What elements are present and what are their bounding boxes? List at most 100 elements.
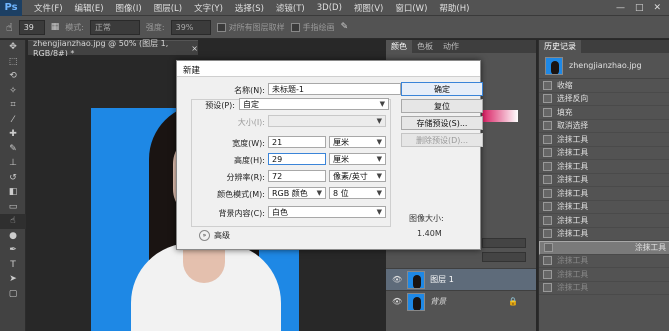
reset-button[interactable]: 复位	[401, 99, 483, 113]
history-item[interactable]: 取消选择	[539, 120, 669, 133]
history-item[interactable]: 涂抹工具	[539, 174, 669, 187]
menu-view[interactable]: 视图(V)	[348, 2, 389, 14]
brush-panel-icon[interactable]: ▦	[51, 22, 60, 32]
menu-image[interactable]: 图像(I)	[110, 2, 148, 14]
type-tool-icon[interactable]: T	[0, 258, 26, 273]
smudge-tool-icon[interactable]: ☝	[6, 21, 13, 34]
history-step-icon	[543, 148, 552, 158]
save-preset-button[interactable]: 存储预设(S)...	[401, 116, 483, 130]
history-item[interactable]: 涂抹工具	[539, 147, 669, 160]
tab-swatches[interactable]: 色板	[412, 40, 438, 53]
size-label: 大小(I):	[237, 118, 265, 127]
move-tool-icon[interactable]: ✥	[0, 40, 26, 55]
menu-edit[interactable]: 编辑(E)	[69, 2, 110, 14]
dodge-tool-icon[interactable]: ●	[0, 229, 26, 244]
history-item[interactable]: 涂抹工具	[539, 133, 669, 147]
history-item[interactable]: 填充	[539, 106, 669, 120]
history-item[interactable]: 涂抹工具	[539, 214, 669, 228]
history-item-label: 涂抹工具	[634, 243, 666, 253]
history-snapshot[interactable]: zhengjianzhao.jpg	[539, 53, 669, 79]
history-item[interactable]: 涂抹工具	[539, 255, 669, 268]
size-select[interactable]: ▼	[268, 115, 386, 127]
menu-3d[interactable]: 3D(D)	[311, 3, 348, 13]
tab-actions[interactable]: 动作	[438, 40, 464, 53]
document-tab[interactable]: zhengjianzhao.jpg @ 50% (图层 1, RGB/8#) *…	[28, 39, 198, 58]
resolution-input[interactable]: 72	[268, 170, 326, 182]
history-brush-tool-icon[interactable]: ↺	[0, 171, 26, 186]
height-input[interactable]: 29	[268, 153, 326, 165]
menu-layer[interactable]: 图层(L)	[148, 2, 188, 14]
history-step-icon	[543, 94, 552, 104]
opacity-field[interactable]	[482, 238, 526, 248]
mode-select[interactable]: 正常	[89, 19, 140, 35]
smudge-tool-icon[interactable]: ☝	[0, 214, 26, 229]
visibility-eye-icon[interactable]: 👁	[392, 297, 402, 306]
history-item[interactable]: 涂抹工具	[539, 228, 669, 241]
history-item[interactable]: 涂抹工具	[539, 268, 669, 282]
menu-filter[interactable]: 滤镜(T)	[270, 2, 311, 14]
fill-field[interactable]	[482, 252, 526, 262]
history-item[interactable]: 涂抹工具	[539, 187, 669, 201]
healing-brush-tool-icon[interactable]: ✚	[0, 127, 26, 142]
menu-help[interactable]: 帮助(H)	[433, 2, 475, 14]
maximize-button[interactable]: □	[635, 3, 644, 13]
strength-input[interactable]: 39%	[170, 19, 211, 35]
layer-row[interactable]: 👁 图层 1	[386, 268, 536, 290]
ok-button[interactable]: 确定	[401, 82, 483, 96]
tab-color[interactable]: 颜色	[386, 40, 412, 53]
history-item[interactable]: 选择反向	[539, 93, 669, 106]
layer-thumbnail	[407, 292, 426, 311]
preset-select[interactable]: 自定 ▼	[239, 98, 389, 110]
height-unit-select[interactable]: 厘米 ▼	[329, 153, 386, 165]
history-panel: 历史记录 zhengjianzhao.jpg 收缩 选择反向 填充 取消选择 涂抹工具涂…	[538, 40, 669, 331]
history-item-label: 涂抹工具	[557, 161, 589, 171]
history-item[interactable]: 涂抹工具	[539, 282, 669, 295]
layer-thumbnail	[407, 270, 426, 289]
width-unit-select[interactable]: 厘米 ▼	[329, 136, 386, 148]
resolution-unit-select[interactable]: 像素/英寸 ▼	[329, 170, 386, 182]
history-item[interactable]: 收缩	[539, 79, 669, 93]
tools-panel: ✥ ⬚ ⟲ ✧ ⌗ ⁄ ✚ ✎ ⊥ ↺ ◧ ▭ ☝ ● ✒ T ➤ ▢	[0, 40, 26, 331]
shape-tool-icon[interactable]: ▢	[0, 287, 26, 302]
finger-paint-checkbox[interactable]: 手指绘画	[290, 22, 335, 33]
menu-file[interactable]: 文件(F)	[28, 2, 69, 14]
crop-tool-icon[interactable]: ⌗	[0, 98, 26, 113]
sample-all-layers-checkbox[interactable]: 对所有图层取样	[216, 22, 285, 33]
lasso-tool-icon[interactable]: ⟲	[0, 69, 26, 84]
background-select[interactable]: 白色 ▼	[268, 206, 386, 218]
width-input[interactable]: 21	[268, 136, 326, 148]
pressure-icon[interactable]: ✎	[341, 22, 349, 32]
clone-stamp-tool-icon[interactable]: ⊥	[0, 156, 26, 171]
layer-row[interactable]: 👁 背景 🔒	[386, 290, 536, 312]
marquee-tool-icon[interactable]: ⬚	[0, 55, 26, 70]
document-close-icon[interactable]: ×	[191, 44, 198, 53]
color-mode-select[interactable]: RGB 颜色 ▼	[268, 187, 326, 199]
history-item[interactable]: 涂抹工具	[539, 160, 669, 174]
visibility-eye-icon[interactable]: 👁	[392, 275, 402, 284]
minimize-button[interactable]: —	[616, 3, 625, 13]
background-label: 背景内容(C):	[218, 209, 265, 218]
advanced-toggle[interactable]: » 高级	[199, 230, 230, 241]
menu-window[interactable]: 窗口(W)	[389, 2, 433, 14]
brush-tool-icon[interactable]: ✎	[0, 142, 26, 157]
brush-size-picker[interactable]: 39	[18, 19, 45, 35]
eraser-tool-icon[interactable]: ◧	[0, 185, 26, 200]
delete-preset-button[interactable]: 删除预设(D)...	[401, 133, 483, 147]
quick-select-tool-icon[interactable]: ✧	[0, 84, 26, 99]
history-item[interactable]: 涂抹工具	[539, 241, 669, 255]
color-ramp[interactable]	[482, 110, 518, 122]
name-input[interactable]: 未标题-1	[268, 83, 401, 95]
gradient-tool-icon[interactable]: ▭	[0, 200, 26, 215]
tab-history[interactable]: 历史记录	[539, 40, 581, 53]
path-select-tool-icon[interactable]: ➤	[0, 272, 26, 287]
history-item[interactable]: 涂抹工具	[539, 201, 669, 214]
pen-tool-icon[interactable]: ✒	[0, 243, 26, 258]
color-mode-label: 颜色模式(M):	[217, 190, 265, 199]
history-item-label: 涂抹工具	[557, 229, 589, 239]
resolution-label: 分辨率(R):	[226, 173, 266, 182]
bit-depth-select[interactable]: 8 位 ▼	[329, 187, 386, 199]
close-button[interactable]: ✕	[653, 3, 661, 13]
menu-type[interactable]: 文字(Y)	[188, 2, 229, 14]
eyedropper-tool-icon[interactable]: ⁄	[0, 113, 26, 128]
menu-select[interactable]: 选择(S)	[229, 2, 270, 14]
